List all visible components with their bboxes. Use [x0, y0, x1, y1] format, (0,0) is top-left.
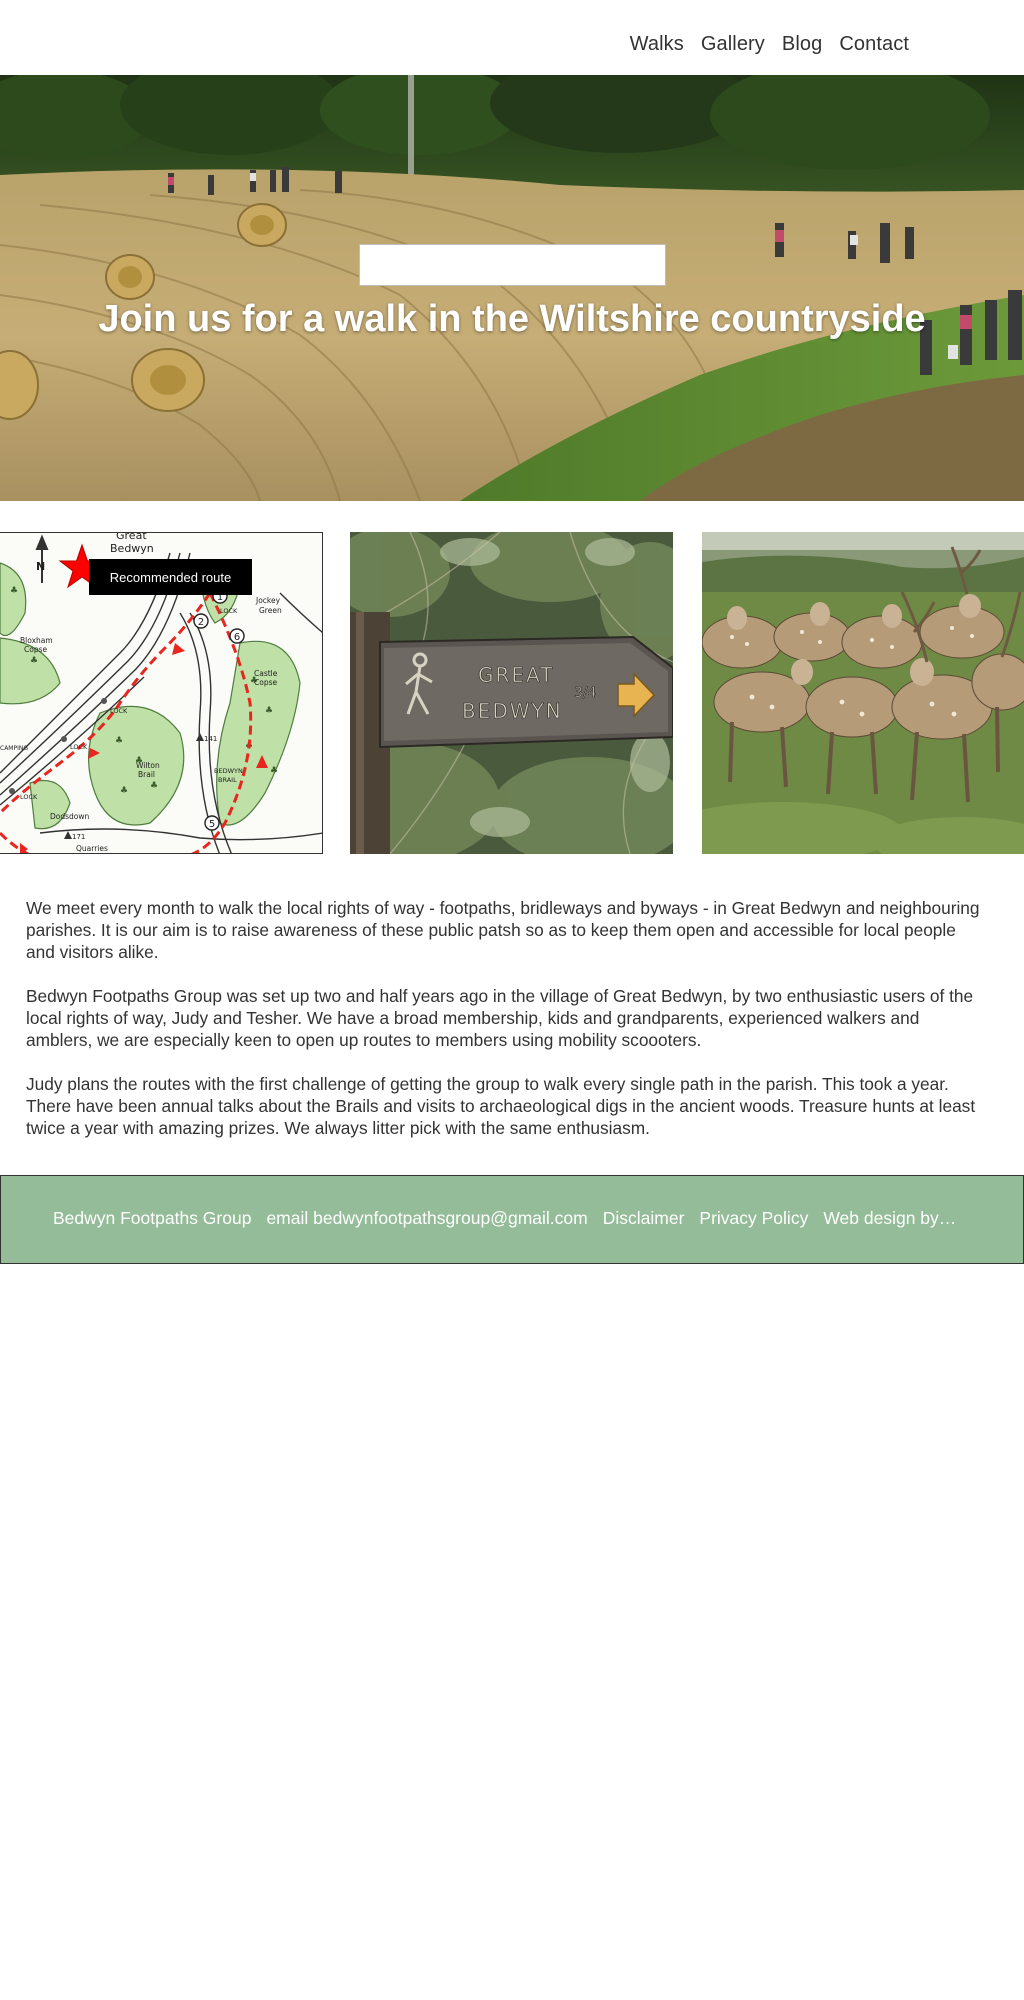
- hero-blank-box: [359, 244, 666, 286]
- svg-text:Brail: Brail: [138, 770, 155, 779]
- nav-link-contact[interactable]: Contact: [839, 33, 909, 56]
- svg-text:Copse: Copse: [24, 645, 47, 654]
- svg-text:LOCK: LOCK: [110, 707, 128, 715]
- svg-text:3/4: 3/4: [574, 685, 597, 701]
- hero-image: [0, 75, 1024, 501]
- footer-privacy-link[interactable]: Privacy Policy: [699, 1208, 808, 1229]
- svg-text:BRAIL: BRAIL: [218, 776, 237, 784]
- hero-banner: Join us for a walk in the Wiltshire coun…: [0, 75, 1024, 501]
- nav-link-gallery[interactable]: Gallery: [701, 33, 765, 56]
- svg-text:♣: ♣: [120, 786, 128, 796]
- svg-text:LOCK: LOCK: [70, 743, 88, 751]
- footer-links: Bedwyn Footpaths Group email bedwynfootp…: [53, 1208, 956, 1229]
- main-menu: Walks Gallery Blog Contact: [630, 33, 909, 56]
- svg-text:♣: ♣: [270, 766, 278, 776]
- svg-text:Great: Great: [116, 533, 147, 542]
- svg-text:141: 141: [204, 735, 217, 743]
- svg-text:Wilton: Wilton: [136, 761, 160, 770]
- route-map-tile[interactable]: ♣♣♣ ♣♣♣ ♣♣♣ ♣♣: [0, 532, 323, 854]
- nav-link-walks[interactable]: Walks: [630, 33, 684, 56]
- deer-tile[interactable]: [702, 532, 1024, 854]
- signpost-tile[interactable]: GREAT BEDWYN 3/4: [350, 532, 673, 854]
- svg-text:CAMPING: CAMPING: [0, 745, 28, 752]
- footer-disclaimer-link[interactable]: Disclaimer: [603, 1208, 685, 1229]
- intro-paragraph-1: We meet every month to walk the local ri…: [26, 898, 980, 962]
- svg-text:5: 5: [209, 819, 215, 830]
- signpost-image: GREAT BEDWYN 3/4: [350, 532, 673, 854]
- hero-title: Join us for a walk in the Wiltshire coun…: [98, 298, 926, 340]
- svg-text:Castle: Castle: [254, 669, 278, 678]
- svg-text:BEDWYN: BEDWYN: [214, 767, 243, 775]
- svg-text:Copse: Copse: [254, 678, 277, 687]
- svg-text:♣: ♣: [115, 736, 123, 746]
- nav-link-blog[interactable]: Blog: [782, 33, 822, 56]
- svg-text:Dodsdown: Dodsdown: [50, 812, 90, 821]
- site-footer: Bedwyn Footpaths Group email bedwynfootp…: [0, 1175, 1024, 1264]
- svg-text:Jockey: Jockey: [255, 596, 281, 605]
- svg-text:♣: ♣: [265, 706, 273, 716]
- svg-text:Bedwyn: Bedwyn: [110, 542, 154, 555]
- svg-text:♣: ♣: [10, 586, 18, 596]
- footer-webdesign-link[interactable]: Web design by…: [823, 1208, 956, 1229]
- svg-text:Green: Green: [259, 606, 282, 615]
- svg-text:LOCK: LOCK: [220, 607, 238, 615]
- svg-text:♣: ♣: [30, 656, 38, 666]
- intro-text: We meet every month to walk the local ri…: [26, 897, 986, 1161]
- svg-text:GREAT: GREAT: [478, 663, 554, 687]
- footer-group-name[interactable]: Bedwyn Footpaths Group: [53, 1208, 251, 1229]
- svg-text:♣: ♣: [150, 781, 158, 791]
- svg-text:6: 6: [234, 632, 240, 643]
- recommended-route-label[interactable]: Recommended route: [89, 559, 252, 595]
- svg-text:Bloxham: Bloxham: [20, 636, 53, 645]
- svg-text:171: 171: [72, 833, 85, 841]
- deer-image: [702, 532, 1024, 854]
- intro-paragraph-2: Bedwyn Footpaths Group was set up two an…: [26, 986, 974, 1050]
- svg-text:BEDWYN: BEDWYN: [462, 699, 563, 723]
- intro-paragraph-3: Judy plans the routes with the first cha…: [26, 1074, 976, 1138]
- svg-text:LOCK: LOCK: [20, 793, 38, 801]
- svg-text:Quarries: Quarries: [76, 844, 108, 853]
- top-navigation: Walks Gallery Blog Contact: [0, 0, 1024, 75]
- svg-text:N: N: [36, 560, 45, 573]
- footer-email-link[interactable]: email bedwynfootpathsgroup@gmail.com: [266, 1208, 587, 1229]
- svg-text:2: 2: [198, 617, 204, 628]
